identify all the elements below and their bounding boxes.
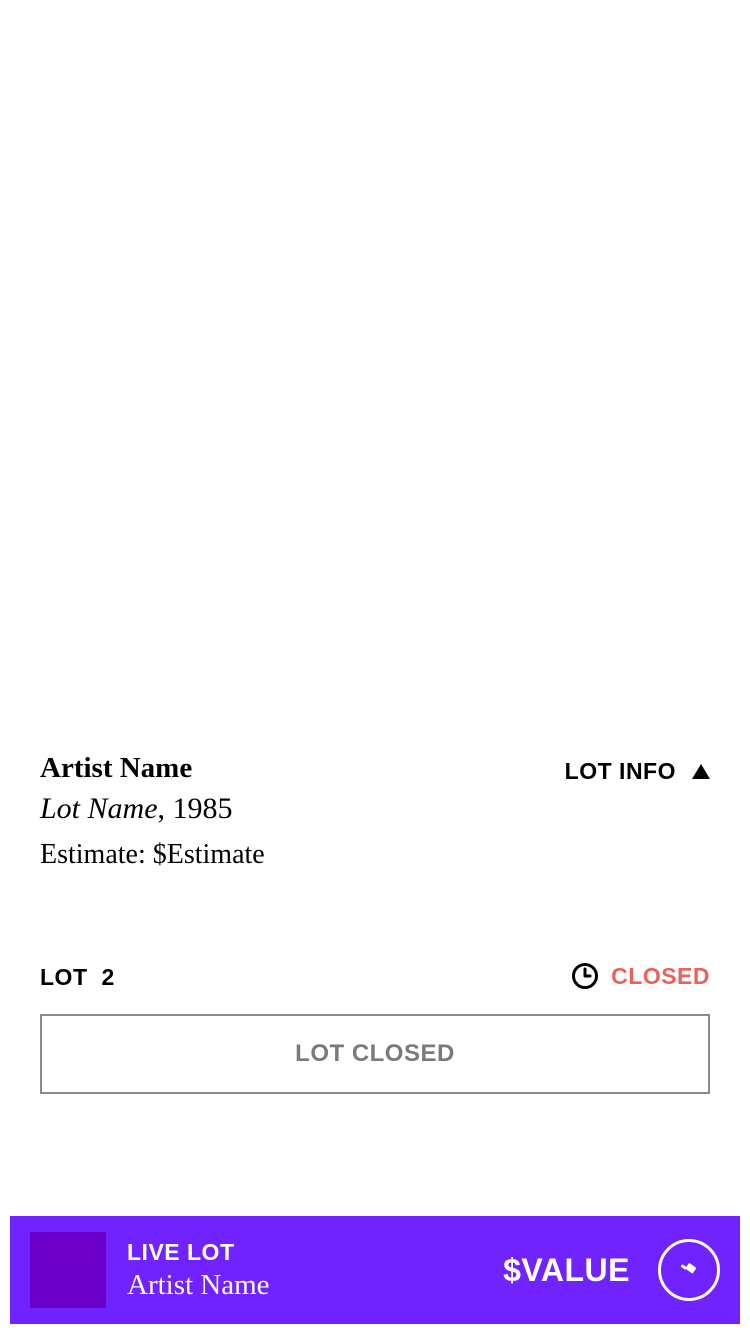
bid-button[interactable] [658, 1239, 720, 1301]
artist-name: Artist Name [40, 752, 193, 784]
live-lot-label: LIVE LOT [127, 1239, 235, 1265]
lot-year-separator: , [157, 792, 173, 825]
lot-title: Lot Name, 1985 [40, 790, 233, 828]
lot-number-label: LOT [40, 964, 88, 990]
lot-status: CLOSED [571, 961, 710, 991]
gavel-icon [676, 1257, 702, 1283]
live-lot-artist-name: Artist Name [127, 1269, 270, 1301]
lot-image-area [0, 0, 750, 720]
live-lot-value: $VALUE [503, 1252, 630, 1288]
lot-info-toggle[interactable]: LOT INFO [565, 756, 710, 786]
lot-info-label: LOT INFO [564, 758, 676, 784]
lot-status-text: CLOSED [611, 963, 710, 989]
lot-name: Lot Name [40, 792, 158, 825]
lot-year: 1985 [172, 792, 233, 825]
lot-closed-button[interactable]: LOT CLOSED [40, 1014, 710, 1094]
live-lot-thumbnail [30, 1232, 106, 1308]
lot-estimate: Estimate: $Estimate [40, 839, 265, 870]
triangle-up-icon [692, 763, 710, 779]
lot-number: LOT 2 [40, 962, 115, 992]
lot-number-value: 2 [101, 964, 115, 990]
clock-icon [571, 962, 599, 990]
live-lot-bar[interactable]: LIVE LOT Artist Name $VALUE [10, 1216, 740, 1324]
